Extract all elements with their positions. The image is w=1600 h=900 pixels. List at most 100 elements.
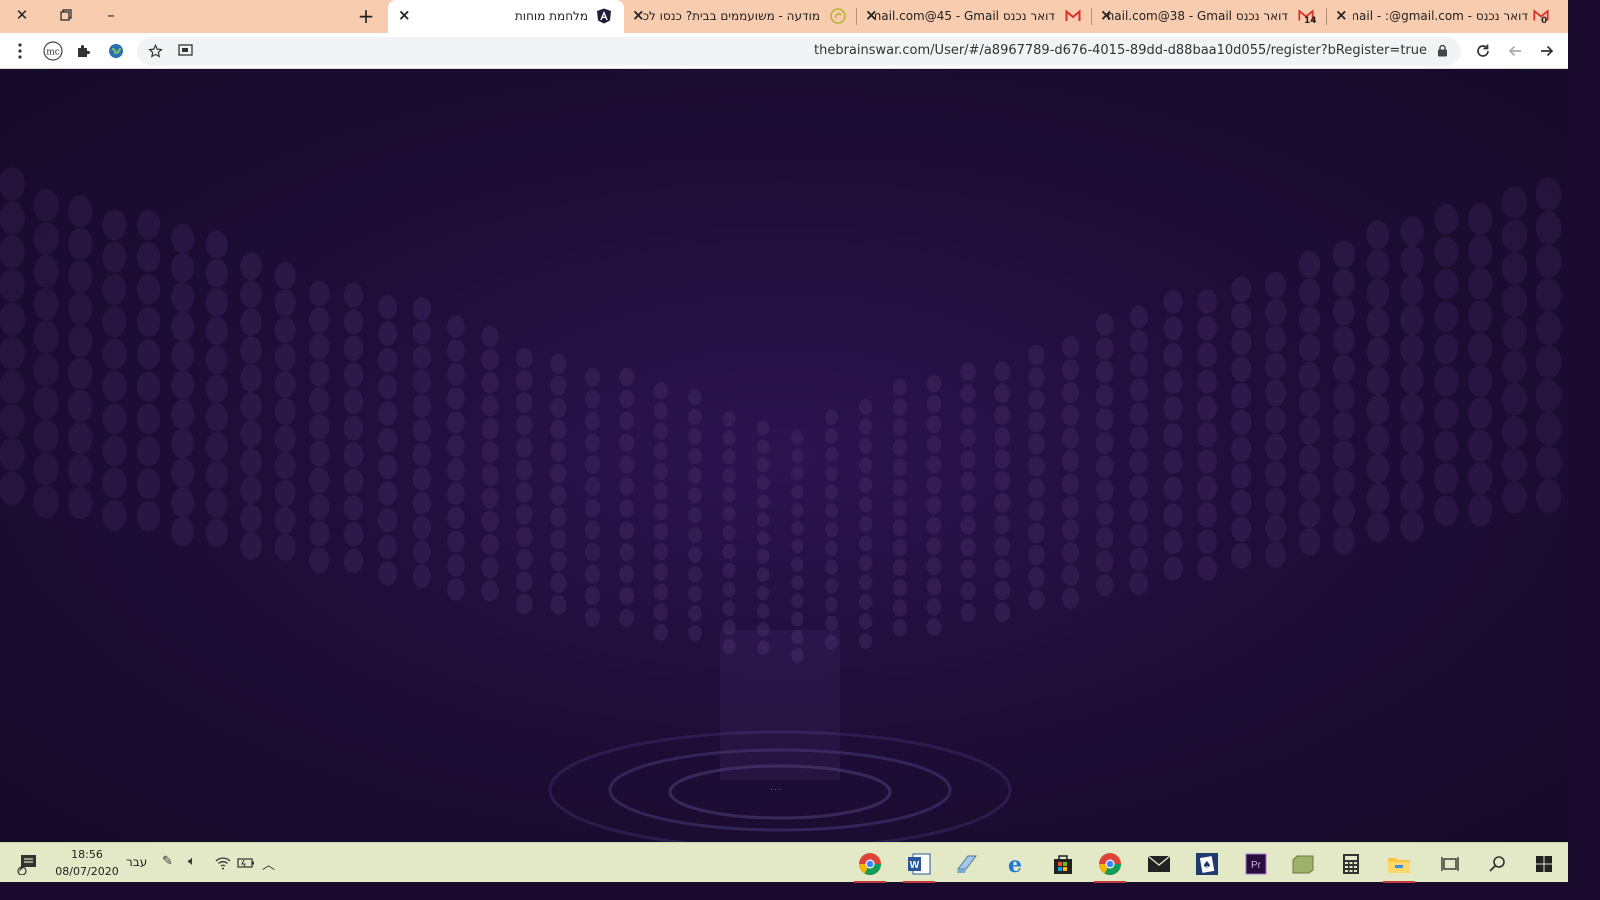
hex-cell bbox=[550, 551, 567, 571]
hex-cell bbox=[1129, 572, 1149, 596]
hex-cell bbox=[1535, 345, 1562, 379]
word-icon[interactable]: W bbox=[899, 847, 939, 883]
hex-cell bbox=[1535, 445, 1562, 480]
tab-close-icon[interactable]: × bbox=[1335, 6, 1348, 24]
task-view-icon[interactable] bbox=[1430, 847, 1470, 881]
translate-globe-icon[interactable] bbox=[104, 39, 128, 63]
mail-icon[interactable] bbox=[1139, 847, 1179, 881]
show-hidden-icons-chevron-icon[interactable]: ︿ bbox=[262, 854, 275, 873]
hex-cell bbox=[343, 442, 364, 468]
hex-cell bbox=[1332, 497, 1355, 526]
calculator-icon[interactable] bbox=[1331, 847, 1371, 881]
hex-cell bbox=[240, 448, 262, 476]
pen-workspace-icon[interactable]: ✎ bbox=[162, 854, 173, 869]
hex-cell bbox=[791, 430, 804, 445]
chrome-icon[interactable] bbox=[850, 847, 890, 883]
hex-cell bbox=[550, 529, 567, 550]
hex-cell bbox=[68, 487, 93, 519]
tab-gmail-38[interactable]: × דואר נכנס Gmail - ‏38@gmail.com 14 bbox=[1092, 0, 1326, 33]
chrome-alt-icon[interactable] bbox=[1090, 847, 1130, 883]
hex-cell bbox=[1129, 548, 1149, 572]
window-close-icon[interactable]: ✕ bbox=[0, 0, 44, 30]
hex-cell bbox=[515, 414, 533, 436]
hex-cell bbox=[1062, 541, 1080, 564]
hex-cell bbox=[1163, 316, 1183, 341]
hex-cell bbox=[481, 395, 499, 417]
hex-cell bbox=[412, 516, 431, 540]
wifi-icon[interactable] bbox=[215, 856, 231, 870]
solitaire-icon[interactable]: ♠ bbox=[1187, 847, 1227, 881]
tab-moodle-ad[interactable]: × מודעה - משועממים בבית? כנסו לכ bbox=[624, 0, 856, 33]
address-bar[interactable]: thebrainswar.com/User/#/a8967789-d676-40… bbox=[137, 37, 1461, 66]
notepad-icon[interactable] bbox=[947, 847, 987, 881]
cast-screen-icon[interactable] bbox=[174, 39, 198, 63]
premiere-icon[interactable]: Pr bbox=[1236, 847, 1276, 881]
folder-green-icon[interactable] bbox=[1283, 847, 1323, 881]
tab-close-icon[interactable]: × bbox=[398, 6, 411, 24]
hex-cell bbox=[33, 353, 59, 387]
hex-cell bbox=[1028, 478, 1045, 499]
edge-icon[interactable]: e bbox=[995, 847, 1035, 881]
new-tab-button[interactable]: + bbox=[352, 4, 380, 28]
windows-taskbar: 18:56 08/07/2020 עבר ✎ 🔈︎ ︿ W e ♠ Pr bbox=[0, 842, 1568, 883]
hex-cell bbox=[859, 554, 873, 571]
hex-cell bbox=[343, 282, 364, 308]
hex-cell bbox=[550, 595, 567, 615]
hex-cell bbox=[1028, 367, 1045, 388]
hex-cell bbox=[688, 507, 702, 524]
tab-gmail-45[interactable]: × דואר נכנס Gmail - ‏45@gmail.com bbox=[857, 0, 1091, 33]
hex-cell bbox=[859, 438, 873, 454]
hex-cell bbox=[1129, 353, 1149, 377]
bookmark-star-icon[interactable] bbox=[143, 39, 167, 63]
hex-cell bbox=[688, 389, 702, 406]
url-text[interactable]: thebrainswar.com/User/#/a8967789-d676-40… bbox=[814, 43, 1427, 58]
hex-cell bbox=[1197, 529, 1217, 555]
tab-brainswar[interactable]: × מלחמת מוחות bbox=[388, 0, 624, 33]
hex-cell bbox=[1332, 383, 1355, 412]
windows-start-icon[interactable] bbox=[1524, 847, 1564, 881]
notifications-icon[interactable] bbox=[8, 847, 48, 881]
profile-avatar-icon[interactable]: mc bbox=[41, 39, 65, 63]
hex-cell bbox=[1502, 481, 1527, 514]
hex-cell bbox=[892, 539, 907, 557]
hex-cell bbox=[1434, 333, 1459, 365]
extensions-puzzle-icon[interactable] bbox=[72, 39, 96, 63]
hex-cell bbox=[1197, 475, 1217, 501]
window-minimize-icon[interactable]: – bbox=[89, 0, 133, 30]
file-explorer-icon[interactable] bbox=[1379, 847, 1419, 883]
hex-cell bbox=[343, 362, 364, 388]
hex-cell bbox=[859, 535, 873, 552]
hex-cell bbox=[378, 321, 398, 346]
input-language-indicator[interactable]: עבר bbox=[126, 855, 147, 869]
menu-kebab-icon[interactable] bbox=[8, 39, 32, 63]
battery-icon[interactable] bbox=[237, 857, 255, 869]
hex-cell bbox=[0, 302, 25, 336]
hex-cell bbox=[412, 564, 431, 588]
hex-cell bbox=[1197, 315, 1217, 341]
hex-cell bbox=[1163, 449, 1183, 474]
forward-arrow-icon[interactable] bbox=[1535, 39, 1559, 63]
system-clock[interactable]: 18:56 08/07/2020 bbox=[52, 846, 122, 880]
hex-cell bbox=[1332, 440, 1355, 469]
window-restore-icon[interactable] bbox=[44, 0, 88, 30]
hex-cell bbox=[240, 336, 262, 364]
back-arrow-icon[interactable] bbox=[1503, 39, 1527, 63]
lock-icon[interactable] bbox=[1437, 44, 1448, 57]
hex-cell bbox=[825, 409, 838, 425]
search-icon[interactable] bbox=[1477, 847, 1517, 881]
hex-cell bbox=[1095, 455, 1114, 478]
svg-text:♠: ♠ bbox=[1203, 860, 1212, 871]
volume-icon[interactable]: 🔈︎ bbox=[188, 854, 196, 869]
hex-cell bbox=[584, 433, 601, 453]
hex-cell bbox=[515, 504, 533, 525]
hex-cell bbox=[1197, 289, 1217, 314]
store-icon[interactable] bbox=[1043, 847, 1083, 881]
hex-cell bbox=[205, 460, 228, 490]
hex-cell bbox=[378, 348, 398, 373]
reload-icon[interactable] bbox=[1471, 39, 1495, 63]
clock-time: 18:56 bbox=[71, 848, 103, 861]
hex-cell bbox=[1332, 469, 1355, 498]
hex-cell bbox=[447, 506, 465, 529]
hex-cell bbox=[33, 189, 59, 222]
tab-gmail-1[interactable]: × דואר נכנס - Gmail - ‎:@gmail.com 0 bbox=[1327, 0, 1568, 33]
